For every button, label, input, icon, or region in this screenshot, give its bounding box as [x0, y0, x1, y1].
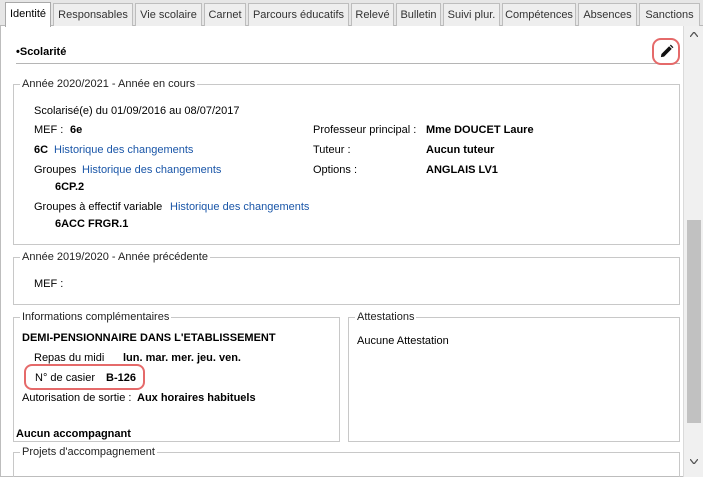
current-year-legend: Année 2020/2021 - Année en cours: [22, 78, 196, 90]
lunch-label: Repas du midi: [34, 352, 105, 364]
exit-authorization-value: Aux horaires habituels: [137, 392, 256, 404]
support-projects-box: Projets d'accompagnement: [13, 446, 680, 477]
locker-value: B-126: [106, 372, 136, 384]
variable-groups-value: 6ACC FRGR.1: [55, 218, 129, 230]
tab-bar: Identité Responsables Vie scolaire Carne…: [0, 0, 703, 27]
exit-authorization-label: Autorisation de sortie :: [22, 392, 132, 404]
vertical-scrollbar[interactable]: [683, 26, 703, 477]
groups-history-link[interactable]: Historique des changements: [82, 164, 221, 176]
support-projects-legend: Projets d'accompagnement: [22, 446, 155, 458]
attestations-box: Attestations: [348, 311, 680, 442]
tab-competences[interactable]: Compétences: [502, 3, 576, 26]
scroll-up-arrow[interactable]: [684, 26, 703, 42]
tab-sanctions[interactable]: Sanctions: [639, 3, 700, 26]
groups-label: Groupes: [34, 164, 77, 176]
lunch-days: lun. mar. mer. jeu. ven.: [123, 352, 241, 364]
options-value: ANGLAIS LV1: [426, 164, 498, 176]
tab-responsables[interactable]: Responsables: [53, 3, 133, 26]
previous-year-box: Année 2019/2020 - Année précédente: [13, 251, 680, 305]
section-title: •Scolarité: [16, 46, 67, 58]
variable-groups-label: Groupes à effectif variable: [34, 201, 163, 213]
edit-button[interactable]: [652, 38, 680, 65]
mef-value: 6e: [70, 124, 83, 136]
groups-value: 6CP.2: [55, 181, 85, 193]
tab-identite[interactable]: Identité: [5, 2, 51, 27]
pencil-icon: [660, 44, 673, 58]
section-divider: [16, 63, 680, 64]
scroll-down-arrow[interactable]: [684, 453, 703, 469]
head-teacher-value: Mme DOUCET Laure: [426, 124, 534, 136]
chevron-down-icon: [690, 458, 698, 464]
class-history-link[interactable]: Historique des changements: [54, 144, 193, 156]
tab-bulletin[interactable]: Bulletin: [396, 3, 441, 26]
tab-releve[interactable]: Relevé: [351, 3, 394, 26]
tab-absences[interactable]: Absences: [578, 3, 637, 26]
content-frame: •Scolarité Année 2020/2021 - Année en co…: [0, 26, 703, 477]
tutor-label: Tuteur :: [313, 144, 351, 156]
scroll-thumb[interactable]: [687, 220, 701, 423]
schooling-period: Scolarisé(e) du 01/09/2016 au 08/07/2017: [34, 105, 240, 117]
tab-suivi-plur[interactable]: Suivi plur.: [443, 3, 500, 26]
head-teacher-label: Professeur principal :: [313, 124, 417, 136]
locker-label: N° de casier: [35, 372, 96, 384]
tab-vie-scolaire[interactable]: Vie scolaire: [135, 3, 202, 26]
tab-carnet[interactable]: Carnet: [204, 3, 246, 26]
boarding-status: DEMI-PENSIONNAIRE DANS L'ETABLISSEMENT: [22, 332, 276, 344]
variable-groups-history-link[interactable]: Historique des changements: [170, 201, 309, 213]
attestations-value: Aucune Attestation: [357, 335, 449, 347]
class-value: 6C: [34, 144, 49, 156]
tutor-value: Aucun tuteur: [426, 144, 495, 156]
scroll-area: •Scolarité Année 2020/2021 - Année en co…: [1, 26, 683, 477]
previous-year-legend: Année 2019/2020 - Année précédente: [22, 251, 208, 263]
no-support-label: Aucun accompagnant: [16, 428, 131, 440]
tab-parcours-educatifs[interactable]: Parcours éducatifs: [248, 3, 349, 26]
attestations-legend: Attestations: [357, 311, 415, 323]
complementary-info-legend: Informations complémentaires: [22, 311, 170, 323]
mef-label: MEF :: [34, 124, 64, 136]
options-label: Options :: [313, 164, 358, 176]
chevron-up-icon: [690, 31, 698, 37]
previous-mef-label: MEF :: [34, 278, 64, 290]
